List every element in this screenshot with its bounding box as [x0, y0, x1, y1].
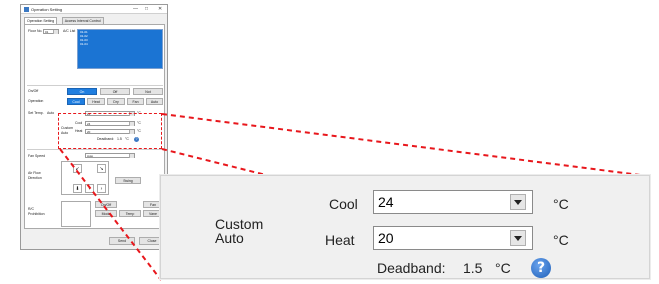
prohibit-mode-button[interactable]: Mode	[95, 210, 117, 217]
prohibit-onoff-button[interactable]: On/Off	[95, 201, 117, 208]
custom-auto-zoom: Custom Auto Cool 24 °C Heat 20 °C Deadba…	[160, 175, 650, 279]
ac-list[interactable]: 01-01 01-02 01-03 01-04	[77, 29, 163, 69]
operation-label: Operation	[28, 99, 44, 103]
zoom-deadband-value: 1.5	[463, 260, 483, 276]
heat-mode-button[interactable]: Heat	[87, 98, 105, 105]
zoom-heat-label: Heat	[325, 232, 355, 248]
help-icon[interactable]: ?	[531, 258, 551, 278]
zoom-heat-value: 20	[378, 230, 394, 246]
zoom-heat-unit: °C	[553, 232, 569, 248]
connector-mid	[161, 148, 271, 177]
fan-speed-label: Fan Speed	[28, 154, 46, 158]
send-button[interactable]: Send	[109, 237, 135, 245]
chevron-down-icon[interactable]	[510, 194, 526, 210]
dialog-titlebar: Operation Setting — □ ✕	[21, 5, 167, 14]
off-button[interactable]: Off	[100, 88, 130, 95]
maximize-icon[interactable]: □	[145, 5, 148, 14]
set-temp-mode: Auto	[47, 111, 55, 115]
rc-prohibition-label-2: Prohibition	[28, 212, 45, 216]
zoom-cool-select[interactable]: 24	[373, 190, 533, 214]
auto-mode-button[interactable]: Auto	[146, 98, 163, 105]
zoom-cool-value: 24	[378, 194, 394, 210]
vane-position-2-icon[interactable]: ↘	[97, 164, 106, 173]
not-button[interactable]: Not	[133, 88, 163, 95]
prohibit-temp-button[interactable]: Temp	[119, 210, 141, 217]
on-off-label: On/Off	[28, 89, 39, 93]
dialog-tabs: Operation Setting Access Interval Contro…	[24, 17, 104, 25]
divider	[27, 85, 163, 86]
dialog-title: Operation Setting	[31, 7, 63, 12]
on-button[interactable]: On	[67, 88, 97, 95]
close-icon[interactable]: ✕	[158, 5, 162, 14]
zoom-deadband-unit: °C	[495, 260, 511, 276]
zoom-heat-select[interactable]: 20	[373, 226, 533, 250]
airflow-label-2: Direction	[28, 176, 42, 180]
zoom-auto-label: Auto	[215, 230, 244, 246]
set-temp-label: Set Temp.	[28, 111, 44, 115]
vane-position-1-icon[interactable]: ↙	[73, 164, 82, 173]
floor-select[interactable]: 01	[43, 29, 59, 34]
fan-mode-button[interactable]: Fan	[127, 98, 144, 105]
connector-top-right	[161, 113, 649, 177]
swing-button[interactable]: Swing	[115, 177, 141, 184]
vane-left-icon[interactable]: ‹	[85, 184, 94, 193]
tab-access-interval[interactable]: Access Interval Control	[61, 17, 104, 24]
dry-mode-button[interactable]: Dry	[107, 98, 125, 105]
zoom-cool-label: Cool	[329, 196, 358, 212]
list-item[interactable]: 01-04	[78, 42, 162, 46]
zoom-cool-unit: °C	[553, 196, 569, 212]
minimize-icon[interactable]: —	[133, 5, 138, 14]
chevron-down-icon[interactable]	[510, 230, 526, 246]
cool-mode-button[interactable]: Cool	[67, 98, 85, 105]
vane-position-3-icon[interactable]: ⬇	[73, 184, 82, 193]
custom-auto-highlight	[58, 113, 162, 149]
zoom-deadband-label: Deadband:	[377, 260, 446, 276]
ac-list-label: A/C List	[63, 29, 76, 33]
app-icon	[24, 7, 29, 12]
floor-label: Floor No.	[28, 29, 43, 33]
prohibition-preview	[61, 201, 91, 227]
vane-right-icon[interactable]: ›	[97, 184, 106, 193]
fan-speed-select[interactable]: Auto	[85, 153, 135, 158]
divider	[27, 149, 163, 150]
